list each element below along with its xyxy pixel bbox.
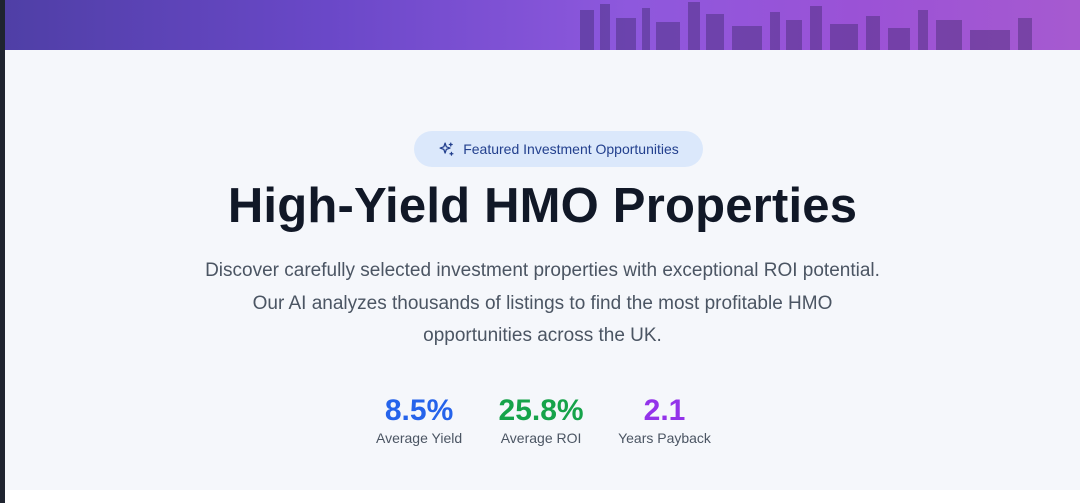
stat-value: 2.1 bbox=[643, 394, 686, 427]
hero-description-line-2: Our AI analyzes thousands of listings to… bbox=[252, 292, 833, 314]
section-divider bbox=[5, 490, 1080, 503]
page: Featured Investment Opportunities High-Y… bbox=[0, 0, 1080, 503]
hero-description-line-1: Discover carefully selected investment p… bbox=[205, 260, 880, 281]
hero-section: Featured Investment Opportunities High-Y… bbox=[5, 50, 1080, 490]
stat-average-roi: 25.8% Average ROI bbox=[496, 393, 586, 447]
hero-banner-image bbox=[5, 0, 1080, 50]
page-title: High-Yield HMO Properties bbox=[227, 179, 858, 233]
stats-row: 8.5% Average Yield 25.8% Average ROI 2.1… bbox=[5, 393, 1080, 447]
hero-description-line-3: opportunities across the UK. bbox=[423, 325, 662, 346]
stat-label: Years Payback bbox=[618, 430, 711, 446]
stat-label: Average Yield bbox=[375, 430, 463, 446]
stat-value: 8.5% bbox=[384, 394, 454, 427]
hero-description: Discover carefully selected investment p… bbox=[5, 255, 1080, 353]
stat-years-payback: 2.1 Years Payback bbox=[618, 393, 711, 447]
city-skyline-image bbox=[580, 2, 1032, 50]
featured-badge: Featured Investment Opportunities bbox=[414, 131, 703, 167]
stat-average-yield: 8.5% Average Yield bbox=[374, 393, 464, 447]
sparkles-icon bbox=[439, 141, 454, 156]
stat-value: 25.8% bbox=[498, 394, 584, 427]
featured-badge-label: Featured Investment Opportunities bbox=[463, 141, 679, 157]
stat-label: Average ROI bbox=[500, 430, 582, 446]
